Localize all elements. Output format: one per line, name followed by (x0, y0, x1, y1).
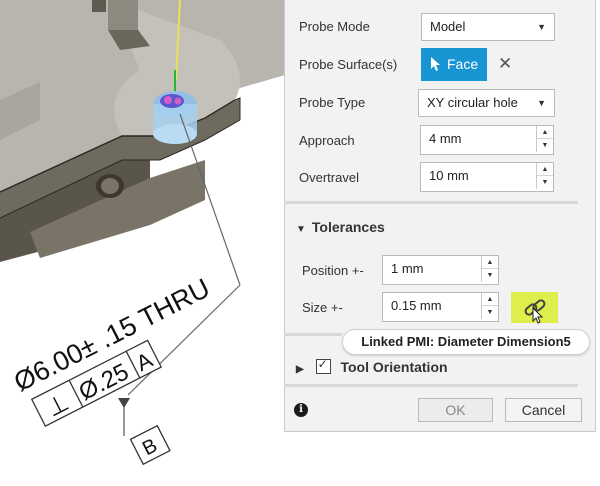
probe-mode-select[interactable]: Model ▼ (421, 13, 555, 41)
approach-value: 4 mm (429, 131, 462, 146)
probe-mode-label: Probe Mode (299, 19, 370, 34)
tool-orientation-checkbox[interactable]: ✓ (315, 357, 331, 374)
checkmark-icon: ✓ (317, 357, 328, 371)
position-value: 1 mm (391, 261, 424, 276)
stepper-up-icon[interactable]: ▲ (482, 256, 498, 269)
mouse-pointer-icon (532, 307, 544, 324)
position-stepper[interactable]: ▲ ▼ (481, 256, 498, 282)
clear-selection-icon[interactable]: ✕ (498, 54, 512, 74)
cursor-icon (431, 57, 440, 71)
probe-surfaces-label: Probe Surface(s) (299, 57, 398, 72)
divider (284, 201, 578, 204)
probe-mode-value: Model (430, 19, 466, 34)
stepper-down-icon[interactable]: ▼ (537, 139, 553, 152)
divider (284, 384, 578, 387)
face-selection-button[interactable]: Face (421, 48, 487, 81)
linked-pmi-button[interactable] (511, 292, 558, 324)
stepper-up-icon[interactable]: ▲ (482, 293, 498, 306)
info-icon[interactable]: i (294, 403, 308, 417)
stepper-down-icon[interactable]: ▼ (482, 269, 498, 282)
divider (284, 333, 342, 336)
chevron-down-icon: ▼ (537, 22, 546, 32)
approach-stepper[interactable]: ▲ ▼ (536, 126, 553, 152)
approach-input[interactable]: 4 mm ▲ ▼ (420, 125, 554, 155)
linked-pmi-tooltip: Linked PMI: Diameter Dimension5 (342, 329, 590, 355)
stepper-up-icon[interactable]: ▲ (537, 163, 553, 176)
size-input[interactable]: 0.15 mm ▲ ▼ (382, 292, 499, 322)
size-value: 0.15 mm (391, 298, 442, 313)
position-input[interactable]: 1 mm ▲ ▼ (382, 255, 499, 285)
face-selection-label: Face (447, 56, 479, 72)
cancel-button[interactable]: Cancel (505, 398, 582, 422)
overtravel-label: Overtravel (299, 170, 359, 185)
ok-button[interactable]: OK (418, 398, 493, 422)
approach-label: Approach (299, 133, 355, 148)
tolerances-section-header[interactable]: ▼ Tolerances (296, 219, 385, 235)
stepper-down-icon[interactable]: ▼ (482, 306, 498, 319)
probe-type-label: Probe Type (299, 95, 366, 110)
chevron-down-icon: ▼ (537, 98, 546, 108)
collapse-triangle-icon: ▼ (296, 224, 306, 235)
part-model (0, 0, 285, 262)
tool-orientation-row[interactable]: ▶ ✓ Tool Orientation (296, 357, 448, 375)
stepper-down-icon[interactable]: ▼ (537, 176, 553, 189)
position-label: Position +- (302, 263, 364, 278)
tool-orientation-label: Tool Orientation (340, 359, 448, 375)
overtravel-stepper[interactable]: ▲ ▼ (536, 163, 553, 189)
overtravel-input[interactable]: 10 mm ▲ ▼ (420, 162, 554, 192)
probe-type-value: XY circular hole (427, 95, 518, 110)
size-stepper[interactable]: ▲ ▼ (481, 293, 498, 319)
stepper-up-icon[interactable]: ▲ (537, 126, 553, 139)
probe-type-select[interactable]: XY circular hole ▼ (418, 89, 555, 117)
expand-triangle-icon[interactable]: ▶ (296, 364, 304, 375)
size-label: Size +- (302, 300, 343, 315)
overtravel-value: 10 mm (429, 168, 469, 183)
tolerances-header-label: Tolerances (311, 219, 385, 235)
